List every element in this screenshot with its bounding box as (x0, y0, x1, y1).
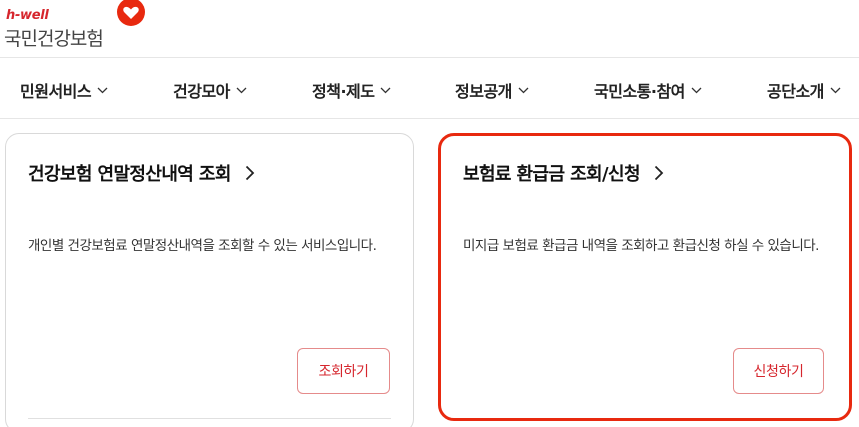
card-description: 개인별 건강보험료 연말정산내역을 조회할 수 있는 서비스입니다. (28, 238, 377, 254)
nav-item-policy[interactable]: 정책·제도 (312, 78, 391, 102)
nav-item-label: 공단소개 (767, 82, 824, 101)
logo-brand-text: h-well (6, 8, 49, 23)
main-nav: 민원서비스 건강모아 정책·제도 정보공개 국민소통·참여 공단소개 (0, 58, 859, 119)
card-title-text: 보험료 환급금 조회/신청 (463, 164, 641, 185)
chevron-down-icon (236, 87, 247, 94)
apply-button[interactable]: 신청하기 (733, 348, 824, 394)
chevron-right-icon (654, 165, 664, 181)
nav-item-health-moa[interactable]: 건강모아 (173, 78, 247, 102)
card-title-text: 건강보험 연말정산내역 조회 (28, 164, 231, 185)
chevron-down-icon (380, 87, 391, 94)
chevron-right-icon (245, 165, 255, 181)
chevron-down-icon (518, 87, 529, 94)
nhis-logo[interactable]: h-well 국민건강보험 (4, 0, 154, 52)
nav-item-label: 정보공개 (455, 82, 512, 101)
nav-item-label: 국민소통·참여 (594, 82, 685, 101)
refund-card: 보험료 환급금 조회/신청 미지급 보험료 환급금 내역을 조회하고 환급신청 … (438, 133, 852, 421)
nav-item-label: 민원서비스 (20, 82, 92, 101)
card-title-link[interactable]: 보험료 환급금 조회/신청 (463, 160, 664, 186)
nav-item-communication[interactable]: 국민소통·참여 (594, 78, 702, 102)
site-header: h-well 국민건강보험 (0, 0, 859, 58)
inquiry-button[interactable]: 조회하기 (297, 348, 390, 394)
nav-item-label: 건강모아 (173, 82, 230, 101)
card-divider (28, 418, 391, 419)
chevron-down-icon (830, 87, 841, 94)
nav-item-label: 정책·제도 (312, 82, 375, 101)
nav-item-about[interactable]: 공단소개 (767, 78, 841, 102)
nav-item-civil-service[interactable]: 민원서비스 (20, 78, 108, 102)
heart-icon (117, 0, 145, 26)
card-description: 미지급 보험료 환급금 내역을 조회하고 환급신청 하실 수 있습니다. (463, 238, 819, 254)
year-end-settlement-card: 건강보험 연말정산내역 조회 개인별 건강보험료 연말정산내역을 조회할 수 있… (5, 133, 414, 427)
nav-item-information[interactable]: 정보공개 (455, 78, 529, 102)
card-title-link[interactable]: 건강보험 연말정산내역 조회 (28, 160, 255, 186)
logo-name-text: 국민건강보험 (4, 28, 104, 50)
chevron-down-icon (97, 87, 108, 94)
chevron-down-icon (691, 87, 702, 94)
